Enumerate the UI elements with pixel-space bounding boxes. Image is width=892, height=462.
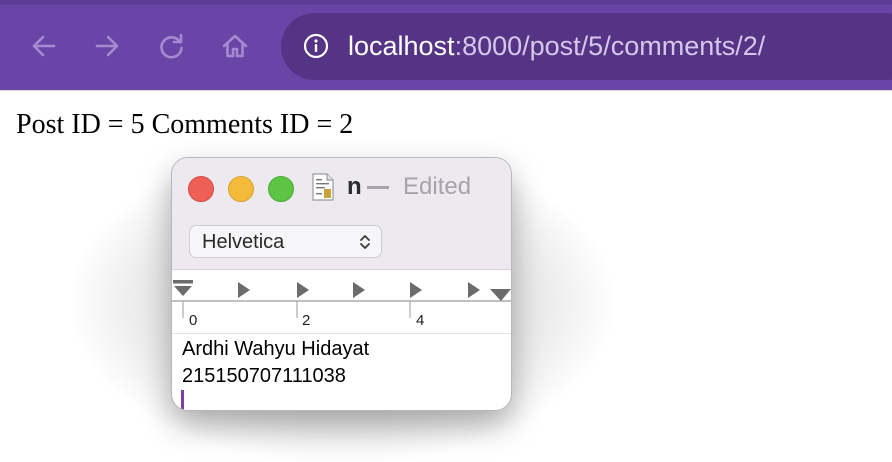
tab-stop-marker[interactable]: [238, 282, 250, 298]
reload-icon: [160, 33, 183, 59]
zoom-window-button[interactable]: [268, 176, 294, 202]
document-icon[interactable]: [311, 173, 335, 201]
textedit-window[interactable]: n Edited Helvetica 0 2 4 Ardhi Wahyu Hid…: [171, 157, 512, 411]
ruler[interactable]: 0 2 4: [172, 270, 511, 334]
title-separator: [367, 186, 389, 189]
document-title: n: [347, 173, 362, 200]
title-bar[interactable]: n Edited Helvetica: [172, 158, 511, 270]
arrow-right-icon: [95, 35, 119, 57]
page-content-text: Post ID = 5 Comments ID = 2: [16, 109, 354, 140]
text-cursor: [181, 390, 184, 410]
home-icon: [222, 34, 248, 58]
chevron-up-down-icon: [360, 235, 370, 249]
font-family-select[interactable]: Helvetica: [189, 225, 382, 258]
ruler-label: 0: [189, 312, 198, 329]
tab-stop-marker[interactable]: [353, 282, 365, 298]
address-bar[interactable]: localhost:8000/post/5/comments/2/: [281, 13, 892, 80]
home-button[interactable]: [217, 28, 253, 64]
tab-stop-marker[interactable]: [468, 282, 480, 298]
minimize-window-button[interactable]: [228, 176, 254, 202]
url-text[interactable]: localhost:8000/post/5/comments/2/: [348, 29, 765, 63]
close-window-button[interactable]: [188, 176, 214, 202]
forward-button[interactable]: [89, 28, 125, 64]
tab-stop-marker[interactable]: [297, 282, 309, 298]
document-text-line[interactable]: Ardhi Wahyu Hidayat: [182, 337, 369, 361]
document-status: Edited: [403, 173, 472, 200]
right-margin-marker[interactable]: [490, 289, 511, 301]
arrow-left-icon: [32, 35, 56, 57]
url-path: :8000/post/5/comments/2/: [454, 31, 766, 61]
ruler-label: 4: [416, 312, 425, 329]
info-icon[interactable]: [303, 33, 329, 59]
url-host: localhost: [348, 31, 455, 61]
ruler-label: 2: [302, 312, 311, 329]
document-text-line[interactable]: 215150707111038: [182, 364, 346, 388]
first-line-indent-marker[interactable]: [173, 280, 193, 296]
tab-stop-marker[interactable]: [410, 282, 422, 298]
reload-button[interactable]: [154, 28, 190, 64]
font-family-value: Helvetica: [202, 231, 285, 253]
browser-toolbar: localhost:8000/post/5/comments/2/: [0, 0, 892, 91]
back-button[interactable]: [26, 28, 62, 64]
